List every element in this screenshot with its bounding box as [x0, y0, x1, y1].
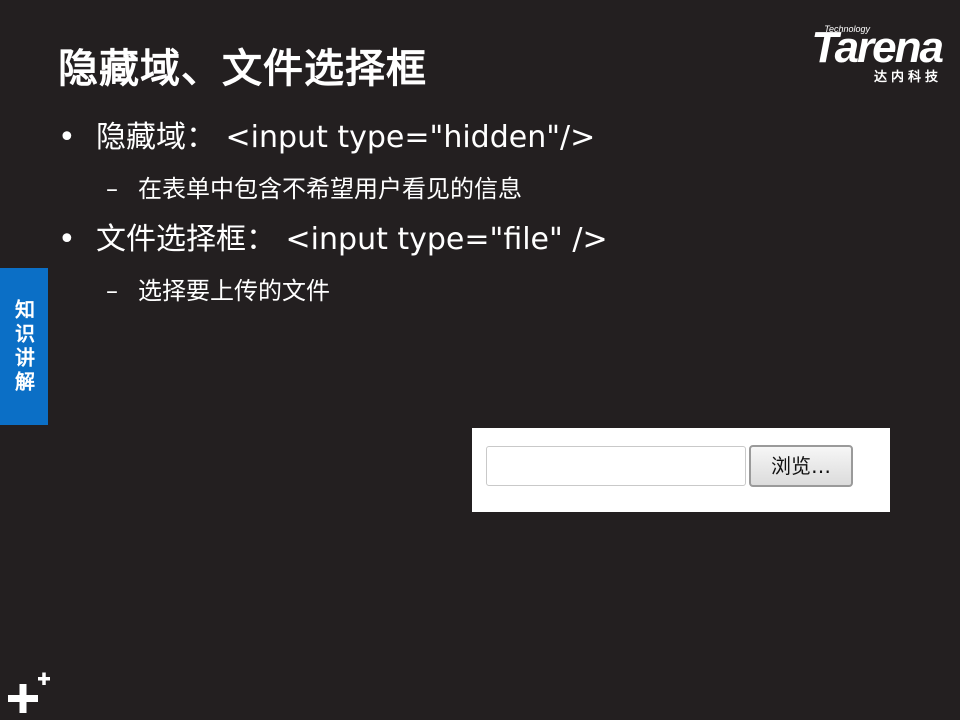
- bullet-dot-icon: •: [58, 222, 76, 257]
- sub-bullet-item: – 选择要上传的文件: [58, 266, 918, 316]
- bullet-dot-icon: •: [58, 120, 76, 155]
- bullet-list: • 隐藏域： <input type="hidden"/> – 在表单中包含不希…: [58, 112, 918, 316]
- sub-bullet-text: 在表单中包含不希望用户看见的信息: [138, 175, 522, 203]
- bullet-item: • 文件选择框： <input type="file" />: [58, 214, 918, 266]
- bullet-text: 文件选择框： <input type="file" />: [96, 222, 608, 257]
- dash-icon: –: [106, 277, 118, 305]
- tarena-logo: Technology Tarena 达内科技: [774, 22, 944, 86]
- bullet-text: 隐藏域： <input type="hidden"/>: [96, 120, 596, 155]
- logo-cn: 达内科技: [873, 70, 942, 85]
- browse-button[interactable]: 浏览…: [749, 445, 853, 487]
- plus-icon: [8, 672, 50, 713]
- slide: 隐藏域、文件选择框 Technology Tarena 达内科技 • 隐藏域： …: [0, 0, 960, 720]
- slide-title: 隐藏域、文件选择框: [58, 46, 427, 92]
- dash-icon: –: [106, 175, 118, 203]
- file-path-field[interactable]: [486, 446, 746, 486]
- side-tab: 知识讲解: [0, 268, 48, 425]
- bullet-item: • 隐藏域： <input type="hidden"/>: [58, 112, 918, 164]
- file-input-demo: 浏览…: [472, 428, 890, 512]
- logo-brand: Tarena: [811, 23, 944, 72]
- side-tab-label: 知识讲解: [11, 298, 36, 395]
- sub-bullet-text: 选择要上传的文件: [138, 277, 330, 305]
- sub-bullet-item: – 在表单中包含不希望用户看见的信息: [58, 164, 918, 214]
